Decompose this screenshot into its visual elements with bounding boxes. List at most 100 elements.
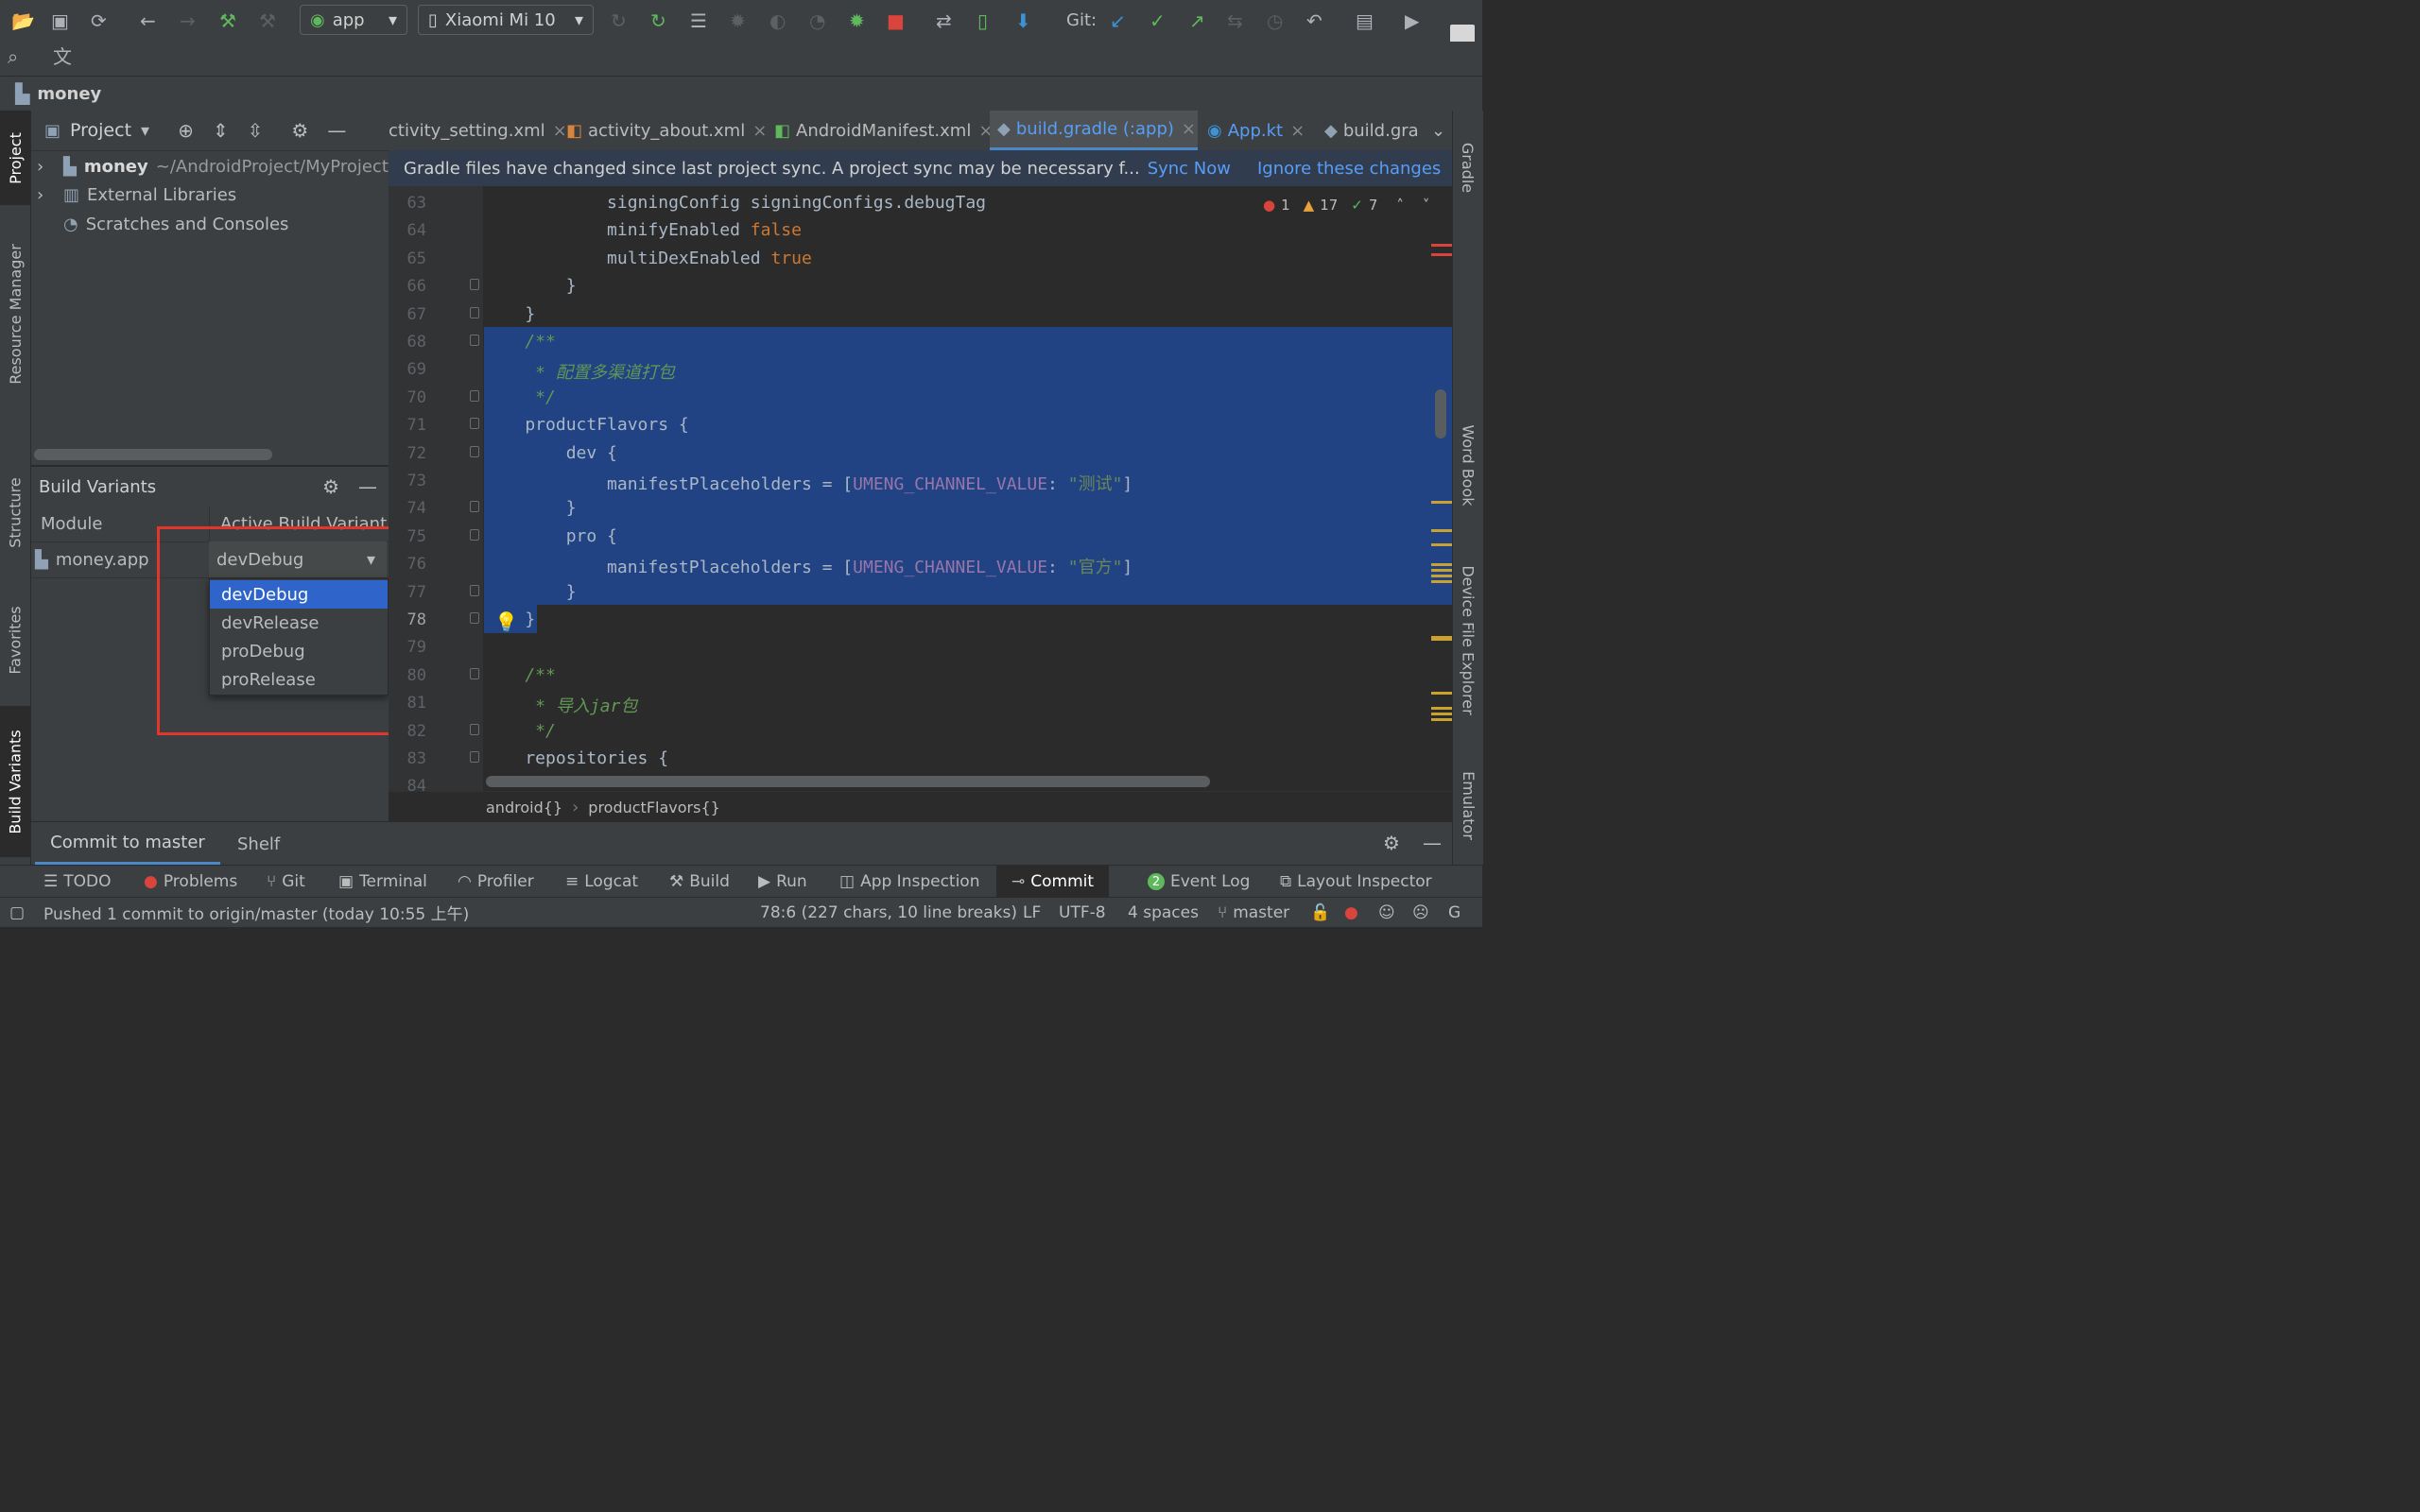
back-arrow-icon[interactable]: ← [140,9,156,32]
expand-all-icon[interactable]: ⇕ [213,119,229,142]
tool-tab-gradle[interactable]: Gradle [1453,120,1483,215]
close-icon[interactable]: × [1290,121,1305,141]
status-message[interactable]: Pushed 1 commit to origin/master (today … [43,898,469,927]
code-line[interactable]: /** [484,332,556,352]
code-line[interactable]: manifestPlaceholders = [UMENG_CHANNEL_VA… [484,554,1132,578]
tool-tab-build[interactable]: ⚒ Build [669,866,730,898]
tool-tab-favorites[interactable]: Favorites [0,588,30,692]
lightbulb-icon[interactable]: 💡 [494,610,518,633]
chevron-down-icon[interactable]: ▾ [141,121,149,141]
code-line[interactable]: */ [484,721,556,741]
git-history-icon[interactable]: ◷ [1267,9,1283,32]
fold-marker-icon[interactable] [470,501,479,512]
sad-face-icon[interactable]: ☹ [1412,898,1429,927]
code-line[interactable]: * 导入jar包 [484,693,637,717]
tool-tab-project[interactable]: Project [0,111,30,205]
tool-tab-problems[interactable]: ● Problems [144,866,237,898]
fold-marker-icon[interactable] [470,529,479,541]
chevron-right-icon[interactable]: › [37,185,56,205]
tool-tab-todo[interactable]: ☰ TODO [43,866,112,898]
tool-tab-build-variants[interactable]: Build Variants [0,706,30,857]
code-line[interactable]: /** [484,665,556,685]
translate-icon[interactable]: 文 [53,45,72,68]
forward-arrow-icon[interactable]: → [180,9,196,32]
tool-tab-event-log[interactable]: 2 Event Log [1148,866,1250,898]
vertical-scrollbar[interactable] [1435,389,1446,438]
tab-build-gradle-app[interactable]: ◆ build.gradle (:app) × [990,111,1198,150]
build-hammer-icon[interactable]: ⚒ [219,9,236,32]
warning-stripe-marker[interactable] [1431,692,1452,695]
sync-now-link[interactable]: Sync Now [1148,159,1231,179]
tab-shelf[interactable]: Shelf [237,822,280,866]
make-module-icon[interactable]: ⚒ [259,9,276,32]
tab-build-gradle[interactable]: ◆ build.gra [1324,111,1419,150]
indent-setting[interactable]: 4 spaces [1128,898,1199,927]
tool-tab-structure[interactable]: Structure [0,460,30,564]
code-line[interactable]: productFlavors { [484,415,688,435]
ignore-changes-link[interactable]: Ignore these changes [1257,159,1441,179]
hide-icon[interactable]: — [1423,832,1442,854]
fold-marker-icon[interactable] [470,335,479,346]
tool-tab-word-book[interactable]: Word Book [1453,404,1483,526]
close-icon[interactable]: × [752,121,767,141]
hide-icon[interactable]: — [327,119,346,142]
git-commit-icon[interactable]: ✓ [1150,9,1166,32]
code-line[interactable]: minifyEnabled false [484,220,802,240]
tab-activity-about[interactable]: ◧ activity_about.xml × [566,111,767,150]
sync-icon[interactable]: ⟳ [91,9,107,32]
warning-stripe-marker[interactable] [1431,636,1452,641]
fold-marker-icon[interactable] [470,668,479,679]
git-branch-widget[interactable]: ⑂ master [1218,898,1289,927]
fold-marker-icon[interactable] [470,724,479,735]
error-stripe-marker[interactable] [1431,253,1452,256]
profile-icon[interactable]: ◔ [809,9,825,32]
tool-tab-logcat[interactable]: ≡ Logcat [565,866,638,898]
gear-icon[interactable]: ⚙ [291,119,308,142]
code-line[interactable]: } [484,276,577,296]
close-icon[interactable]: × [1182,119,1196,139]
tool-tab-commit[interactable]: ⊸ Commit [996,866,1110,898]
tool-tab-resource-manager[interactable]: Resource Manager [0,224,30,404]
tool-tab-emulator[interactable]: Emulator [1453,753,1483,857]
breadcrumb-project[interactable]: money [37,84,101,104]
sdk-manager-icon[interactable]: ⬇ [1015,9,1031,32]
chevron-up-icon[interactable]: ˄ [1396,197,1404,214]
project-structure-icon[interactable]: ▤ [1356,9,1374,32]
code-line[interactable]: repositories { [484,748,668,768]
fold-marker-icon[interactable] [470,585,479,596]
tab-app-kt[interactable]: ◉ App.kt × [1207,111,1305,150]
fold-marker-icon[interactable] [470,446,479,457]
error-stripe-marker[interactable] [1431,244,1452,247]
stop-icon[interactable]: ■ [887,9,905,32]
tab-android-manifest[interactable]: ◧ AndroidManifest.xml × [774,111,993,150]
rollback-icon[interactable]: ↶ [1306,9,1322,32]
project-view-title[interactable]: Project [70,120,131,141]
tool-tab-app-inspection[interactable]: ◫ App Inspection [839,866,979,898]
code-line[interactable]: pro { [484,526,617,546]
code-line[interactable]: multiDexEnabled true [484,249,812,268]
tool-tab-terminal[interactable]: ▣ Terminal [338,866,427,898]
tool-tab-profiler[interactable]: ◠ Profiler [458,866,534,898]
warning-stripe-marker[interactable] [1431,563,1452,586]
sync-gradle-icon[interactable]: ⇄ [936,9,952,32]
line-separator[interactable]: LF [1023,898,1041,927]
rerun-icon[interactable]: ↻ [611,9,627,32]
breadcrumb-item[interactable]: productFlavors{} [588,799,720,816]
warning-stripe-marker[interactable] [1431,707,1452,724]
error-indicator-icon[interactable]: ● [1344,898,1358,927]
gear-icon[interactable]: ⚙ [1383,832,1400,854]
code-line[interactable]: */ [484,387,556,407]
lock-icon[interactable]: 🔓 [1310,898,1330,927]
debug-icon[interactable]: ✹ [730,9,746,32]
run-config-selector[interactable]: ◉ app ▾ [300,5,407,35]
code-line[interactable]: } [484,304,535,324]
code-line[interactable]: } [484,498,577,518]
chevron-down-icon[interactable]: ˅ [1423,197,1430,214]
apply-changes-icon[interactable]: ↻ [650,9,666,32]
search-icon[interactable]: ⌕ [8,45,18,68]
run-anything-icon[interactable]: ▶ [1405,9,1419,32]
tool-tab-layout-inspector[interactable]: ⧉ Layout Inspector [1280,866,1432,898]
code-line[interactable]: * 配置多渠道打包 [484,359,675,384]
caret-position[interactable]: 78:6 (227 chars, 10 line breaks) [760,898,1017,927]
fold-marker-icon[interactable] [470,612,479,624]
